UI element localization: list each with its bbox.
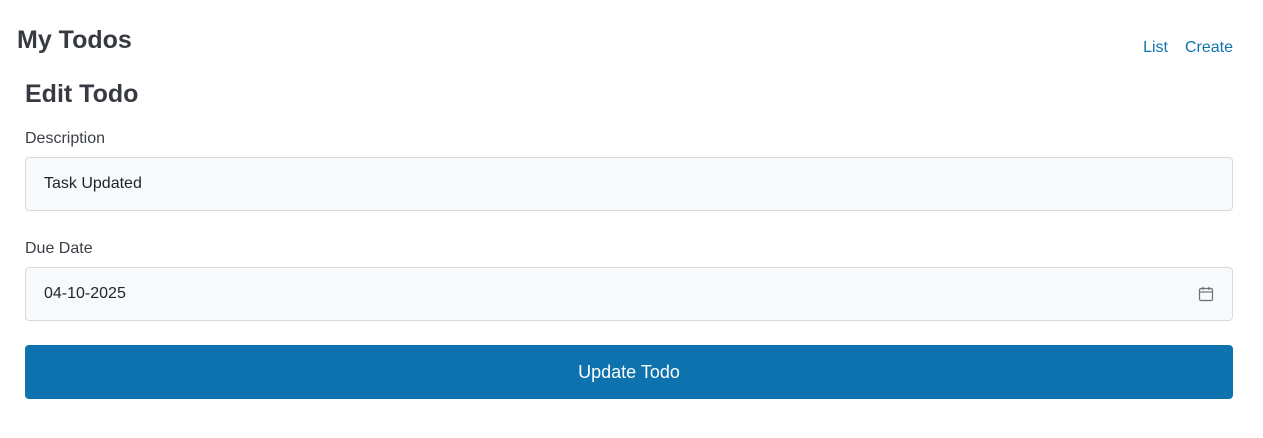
- calendar-icon[interactable]: [1198, 286, 1214, 302]
- description-field[interactable]: [44, 175, 1214, 193]
- edit-todo-form: Edit Todo Description Due Date Update To…: [25, 78, 1233, 399]
- due-date-field[interactable]: [44, 285, 1198, 303]
- due-date-field-box: [25, 267, 1233, 321]
- top-nav: List Create: [1143, 37, 1233, 59]
- description-label: Description: [25, 130, 106, 147]
- page-title: Edit Todo: [25, 80, 139, 108]
- nav-link-create[interactable]: Create: [1185, 37, 1233, 59]
- nav-link-list[interactable]: List: [1143, 37, 1168, 59]
- description-field-box: [25, 157, 1233, 211]
- app-title: My Todos: [17, 26, 132, 54]
- due-date-label: Due Date: [25, 240, 93, 257]
- update-todo-button[interactable]: Update Todo: [25, 345, 1233, 399]
